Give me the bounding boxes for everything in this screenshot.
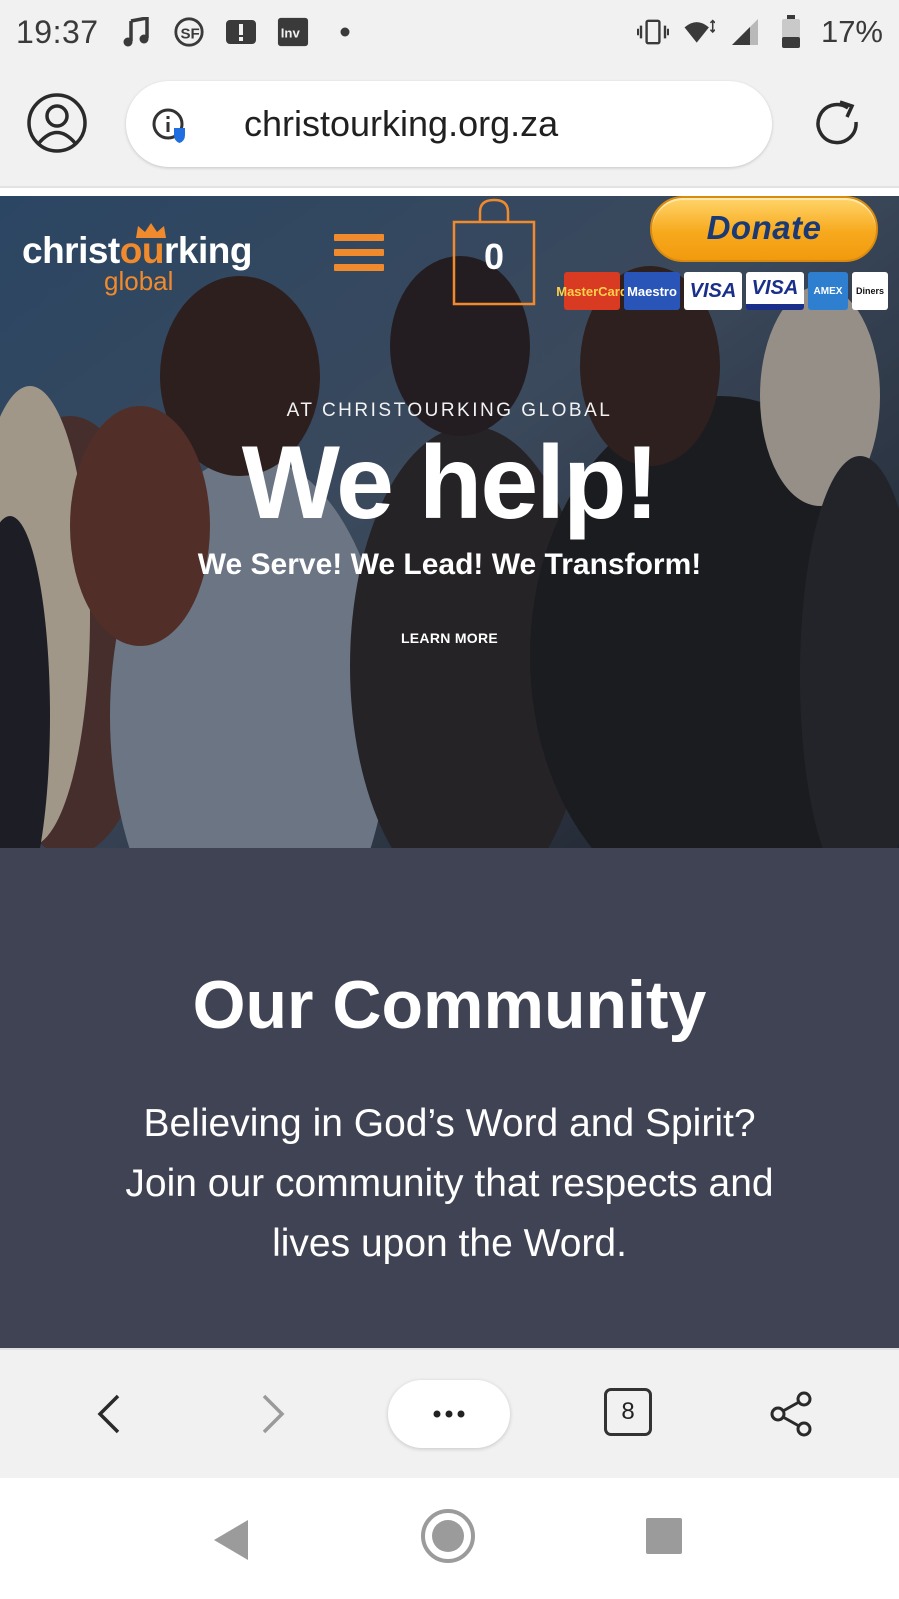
mastercard-card: MasterCard (556, 272, 628, 310)
battery-icon (775, 15, 807, 48)
visa-card: VISA (684, 272, 742, 310)
community-body: Believing in God’s Word and Spirit? Join… (125, 1102, 774, 1265)
hero-kicker: AT CHRISTOURKING GLOBAL (286, 400, 613, 421)
svg-text:SF: SF (180, 26, 199, 43)
wifi-icon (683, 16, 715, 48)
share-icon (770, 1391, 812, 1437)
logo-subtitle: global (104, 266, 174, 296)
tabs-button[interactable]: 8 (604, 1388, 652, 1436)
chevron-right-icon (262, 1394, 285, 1434)
more-menu-button[interactable] (388, 1380, 510, 1448)
chevron-left-icon (97, 1394, 120, 1434)
nav-home-icon[interactable] (420, 1508, 476, 1564)
system-icons: 17% (636, 14, 883, 50)
vibrate-icon (636, 16, 669, 48)
back-button[interactable] (84, 1388, 136, 1440)
system-nav-bar (0, 1478, 899, 1599)
account-icon (27, 93, 87, 153)
notification-icons: SF Inv (121, 16, 361, 48)
inv-icon: Inv (277, 16, 309, 48)
maestro-card: Maestro (624, 272, 680, 310)
battery-percent: 17% (820, 14, 883, 49)
svg-text:Inv: Inv (280, 26, 300, 41)
url-text: christourking.org.za (244, 103, 559, 144)
community-section: Our Community Believing in God’s Word an… (0, 848, 899, 1348)
cart-count: 0 (483, 236, 505, 277)
dot-icon (329, 16, 361, 48)
alert-icon (225, 16, 257, 48)
site-info-icon[interactable] (152, 108, 186, 143)
site-logo[interactable]: christourking global (22, 223, 252, 296)
nav-back-icon[interactable] (210, 1518, 250, 1562)
hero-title: We help! (241, 425, 659, 541)
url-field[interactable]: christourking.org.za (126, 81, 772, 167)
reload-icon (816, 100, 858, 145)
visa-electron-card: VISA (746, 272, 804, 310)
status-time: 19:37 (16, 13, 99, 50)
signal-icon (729, 16, 761, 48)
status-bar: 19:37 SF Inv 17% (0, 0, 899, 64)
logo-prefix: christ (22, 230, 120, 271)
reload-button[interactable] (812, 98, 864, 150)
logo-suffix: rking (163, 230, 252, 271)
browser-toolbar: 8 (0, 1348, 899, 1478)
donate-button[interactable]: Donate (650, 196, 878, 262)
hamburger-menu-icon[interactable] (334, 234, 384, 284)
logo-highlight: ou (119, 230, 165, 271)
payment-cards: MasterCard Maestro VISA VISA AMEX Diners (556, 272, 888, 310)
forward-button[interactable] (246, 1388, 298, 1440)
nav-recents-icon[interactable] (644, 1516, 684, 1556)
sf-icon: SF (173, 16, 205, 48)
more-dots-icon (433, 1410, 465, 1418)
amex-card: AMEX (808, 272, 848, 310)
music-note-icon (121, 16, 153, 48)
share-button[interactable] (766, 1388, 818, 1440)
donate-label: Donate (706, 209, 822, 246)
diners-card: Diners (852, 272, 888, 310)
address-bar: christourking.org.za (0, 64, 899, 188)
account-button[interactable] (26, 92, 88, 154)
community-title: Our Community (192, 967, 707, 1043)
hero-section: christourking global 0 Donate MasterCard… (0, 196, 899, 848)
learn-more-link[interactable]: LEARN MORE (0, 630, 899, 646)
hero-subtitle: We Serve! We Lead! We Transform! (197, 548, 702, 581)
cart-button[interactable]: 0 (450, 198, 538, 308)
